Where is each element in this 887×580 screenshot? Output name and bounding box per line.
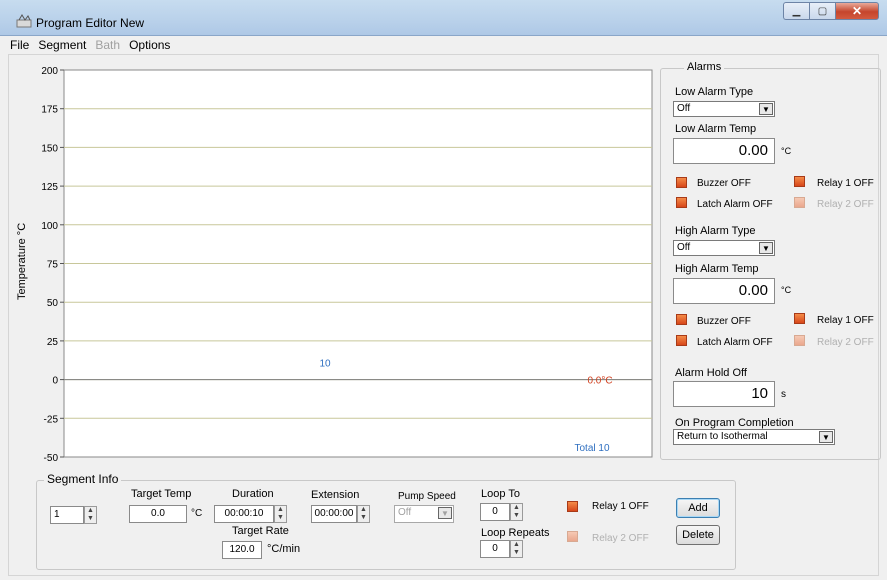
low-relay1-led[interactable] [794, 176, 805, 187]
target-temp-label: Target Temp [131, 488, 192, 500]
segment-index-stepper[interactable]: ▲ ▼ [84, 506, 97, 524]
extension-label: Extension [311, 489, 360, 501]
loop-repeats-label: Loop Repeats [481, 527, 550, 539]
y-tick-label: 25 [47, 337, 59, 348]
y-tick-label: -25 [44, 414, 59, 425]
minimize-button[interactable]: ▁ [783, 2, 809, 20]
chevron-down-icon: ▼ [819, 431, 833, 443]
close-icon: ✕ [851, 4, 863, 18]
high-relay1-led[interactable] [794, 313, 805, 324]
loop-repeats-input[interactable]: 0 [480, 540, 510, 558]
y-tick-label: 200 [41, 66, 58, 77]
low-latch-led[interactable] [676, 197, 687, 208]
program-completion-value: Return to Isothermal [677, 431, 768, 442]
segment-marker-label[interactable]: 10 [319, 359, 331, 370]
loop-to-label: Loop To [481, 488, 520, 500]
y-tick-label: 150 [41, 143, 58, 154]
target-temp-input[interactable]: 0.0 [129, 505, 187, 523]
pump-speed-value: Off [398, 507, 412, 518]
end-temp-label: 0.0°C [587, 376, 612, 387]
extension-input[interactable]: 00:00:00 [311, 505, 357, 523]
high-alarm-temp-label: High Alarm Temp [675, 263, 759, 275]
low-alarm-temp-label: Low Alarm Temp [675, 123, 757, 135]
high-relay1-label: Relay 1 OFF [817, 315, 874, 326]
program-completion-select[interactable]: Return to Isothermal ▼ [673, 429, 835, 445]
low-alarm-type-value: Off [677, 103, 691, 114]
segment-index-input[interactable]: 1 [50, 506, 84, 524]
app-icon [16, 14, 32, 28]
high-latch-led[interactable] [676, 335, 687, 346]
menu-options[interactable]: Options [129, 38, 170, 52]
low-buzzer-led[interactable] [676, 177, 687, 188]
menu-segment[interactable]: Segment [38, 38, 86, 52]
duration-input[interactable]: 00:00:10 [214, 505, 274, 523]
target-rate-unit: °C/min [267, 543, 301, 555]
chevron-down-icon: ▼ [759, 242, 773, 254]
target-temp-unit: °C [191, 508, 203, 519]
duration-label: Duration [232, 488, 274, 500]
loop-repeats-stepper[interactable]: ▲ ▼ [510, 540, 523, 558]
target-rate-input[interactable]: 120.0 [222, 541, 262, 559]
low-alarm-temp-unit: °C [781, 146, 792, 156]
close-button[interactable]: ✕ [835, 2, 879, 20]
chevron-down-icon: ▼ [759, 103, 773, 115]
low-alarm-type-label: Low Alarm Type [675, 86, 754, 98]
menu-file[interactable]: File [10, 38, 29, 52]
maximize-icon: ▢ [817, 5, 828, 17]
segment-relay2-label: Relay 2 OFF [592, 533, 649, 544]
target-rate-label: Target Rate [232, 525, 289, 537]
title-bar: Program Editor New ▁ ▢ ✕ [0, 0, 887, 36]
low-alarm-temp-input[interactable]: 0.00 [673, 138, 775, 164]
y-tick-label: 75 [47, 260, 59, 271]
alarms-title: Alarms [684, 61, 725, 73]
high-buzzer-led[interactable] [676, 314, 687, 325]
alarm-hold-off-label: Alarm Hold Off [675, 367, 747, 379]
minimize-icon: ▁ [792, 5, 801, 17]
high-alarm-type-label: High Alarm Type [675, 225, 756, 237]
y-tick-label: -50 [44, 453, 59, 464]
menu-bar: File Segment Bath Options [0, 36, 887, 54]
high-alarm-temp-unit: °C [781, 285, 792, 295]
high-relay2-label: Relay 2 OFF [817, 337, 874, 348]
menu-bath: Bath [95, 38, 121, 52]
segment-relay1-led[interactable] [567, 501, 578, 512]
add-button[interactable]: Add [676, 498, 720, 518]
window-controls: ▁ ▢ ✕ [783, 2, 879, 20]
y-tick-label: 0 [52, 376, 58, 387]
low-buzzer-label: Buzzer OFF [697, 178, 751, 189]
y-tick-label: 100 [41, 221, 58, 232]
y-tick-label: 125 [41, 182, 58, 193]
high-alarm-type-select[interactable]: Off ▼ [673, 240, 775, 256]
low-relay2-label: Relay 2 OFF [817, 199, 874, 210]
low-alarm-type-select[interactable]: Off ▼ [673, 101, 775, 117]
segment-info-title: Segment Info [44, 472, 122, 486]
alarm-hold-off-input[interactable]: 10 [673, 381, 775, 407]
high-relay2-led [794, 335, 805, 346]
chevron-down-icon: ▼ [438, 507, 452, 519]
alarm-hold-off-unit: s [781, 389, 786, 400]
y-tick-label: 50 [47, 298, 59, 309]
low-relay2-led [794, 197, 805, 208]
duration-stepper[interactable]: ▲ ▼ [274, 505, 287, 523]
segment-relay1-label: Relay 1 OFF [592, 501, 649, 512]
loop-to-stepper[interactable]: ▲ ▼ [510, 503, 523, 521]
delete-button[interactable]: Delete [676, 525, 720, 545]
program-completion-label: On Program Completion [675, 417, 794, 429]
high-buzzer-label: Buzzer OFF [697, 316, 751, 327]
low-latch-label: Latch Alarm OFF [697, 199, 773, 210]
low-relay1-label: Relay 1 OFF [817, 178, 874, 189]
window-title: Program Editor New [36, 16, 145, 30]
pump-speed-label: Pump Speed [398, 491, 456, 502]
extension-stepper[interactable]: ▲ ▼ [357, 505, 370, 523]
segment-relay2-led [567, 531, 578, 542]
y-tick-label: 175 [41, 105, 58, 116]
maximize-button[interactable]: ▢ [809, 2, 835, 20]
high-latch-label: Latch Alarm OFF [697, 337, 773, 348]
total-label: Total 10 [574, 443, 609, 454]
loop-to-input[interactable]: 0 [480, 503, 510, 521]
pump-speed-select: Off ▼ [394, 505, 454, 523]
temperature-chart[interactable]: 200 175 150 125 100 75 50 25 0 -25 -50 10 0.0°C Total… [0, 60, 656, 470]
high-alarm-type-value: Off [677, 242, 691, 253]
high-alarm-temp-input[interactable]: 0.00 [673, 278, 775, 304]
